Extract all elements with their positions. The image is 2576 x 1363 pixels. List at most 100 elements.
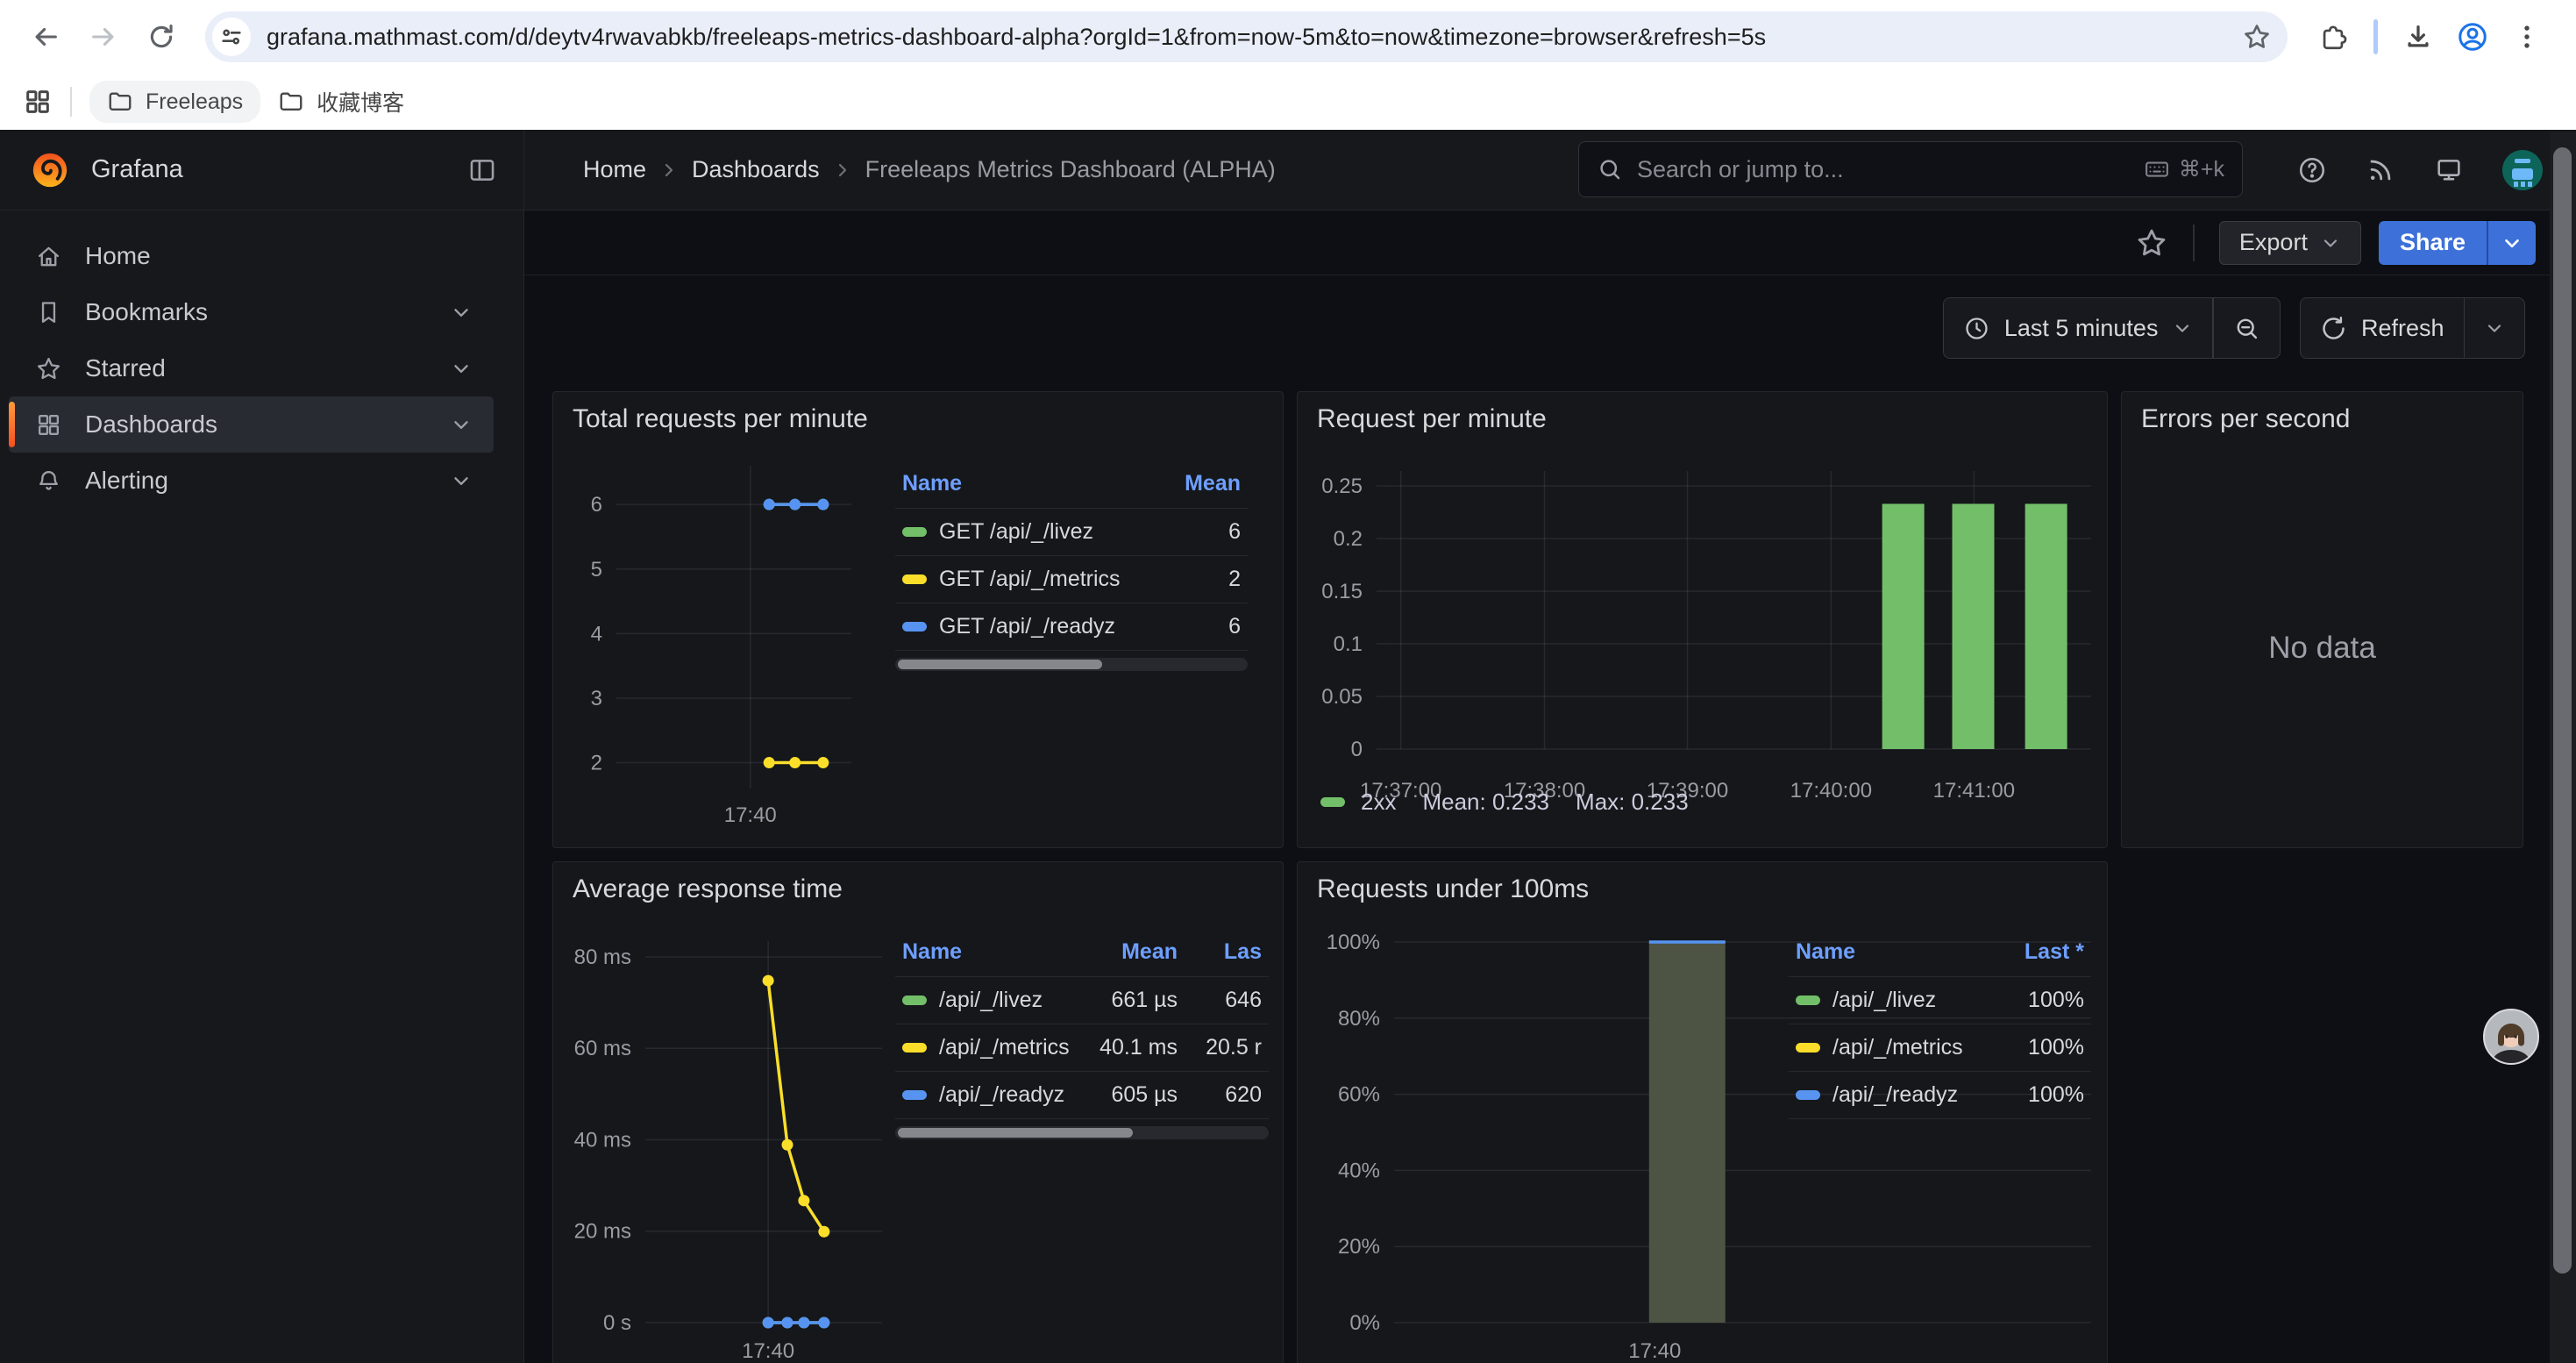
legend-scrollbar-thumb[interactable] [898,1128,1133,1138]
user-avatar[interactable] [2502,150,2543,190]
legend-column-header[interactable]: Last * [1986,936,2091,977]
sidebar-item-label: Alerting [85,467,168,495]
sidebar-item-home[interactable]: Home [9,228,494,284]
legend-column-header[interactable]: Las [1185,936,1269,977]
legend-series-toggle[interactable]: /api/_/livez [1789,977,1986,1024]
series-color-swatch [902,574,927,584]
bookmark-folder-blogs[interactable]: 收藏博客 [260,78,422,125]
browser-menu-button[interactable] [2512,22,2542,52]
folder-icon [107,89,133,115]
tab-groups-button[interactable] [23,87,53,117]
panel-requests-under-100ms: 100%80%60%40%20%0%17:40 Requests under 1… [1297,861,2108,1363]
sidebar-item-starred[interactable]: Starred [9,340,494,396]
search-box[interactable]: ⌘+k [1578,141,2243,197]
legend-scrollbar[interactable] [895,658,1248,671]
series-name: GET /api/_/metrics [939,567,1121,592]
legend-series-toggle[interactable]: /api/_/livez [895,977,1072,1024]
legend-series-toggle[interactable]: GET /api/_/livez [895,509,1160,556]
time-range-picker[interactable]: Last 5 minutes [1944,298,2213,358]
news-rss-icon[interactable] [2366,155,2395,185]
panel-title[interactable]: Average response time [573,874,843,904]
series-value: 20.5 r [1185,1024,1269,1072]
profile-button[interactable] [2456,20,2489,54]
collapse-sidebar-button[interactable] [467,155,497,185]
time-range-group: Last 5 minutes [1943,297,2281,359]
bookmarks-bar: Freeleaps 收藏博客 [0,74,2576,130]
back-button[interactable] [23,14,68,60]
refresh-button[interactable]: Refresh [2301,298,2464,358]
search-input[interactable] [1637,156,2144,183]
panel-title[interactable]: Total requests per minute [573,404,868,434]
help-icon[interactable] [2297,155,2327,185]
svg-text:17:41:00: 17:41:00 [1933,779,2015,803]
reload-button[interactable] [139,14,184,60]
chevron-down-icon[interactable] [450,413,473,436]
legend-series-toggle[interactable]: /api/_/readyz [1789,1072,1986,1119]
downloads-button[interactable] [2403,22,2433,52]
export-button[interactable]: Export [2219,221,2361,265]
series-name[interactable]: 2xx [1361,789,1396,816]
zoom-out-time-button[interactable] [2214,298,2280,358]
floating-assistant-avatar[interactable] [2483,1009,2539,1065]
svg-text:100%: 100% [1327,931,1380,954]
series-value: 100% [1986,977,2091,1024]
svg-text:17:40:00: 17:40:00 [1790,779,1872,803]
share-menu-button[interactable] [2487,221,2536,265]
scrollbar-thumb[interactable] [2553,147,2572,1274]
legend-column-header[interactable]: Mean [1160,467,1248,509]
breadcrumb-home[interactable]: Home [583,156,646,183]
chevron-down-icon[interactable] [450,301,473,324]
legend-column-header[interactable]: Name [1789,936,1986,977]
legend-series-toggle[interactable]: /api/_/readyz [895,1072,1072,1119]
chevron-down-icon[interactable] [450,469,473,492]
sidebar-item-bookmarks[interactable]: Bookmarks [9,284,494,340]
legend-series-toggle[interactable]: /api/_/metrics [895,1024,1072,1072]
browser-toolbar: grafana.mathmast.com/d/deytv4rwavabkb/fr… [0,0,2576,74]
svg-text:2: 2 [591,752,602,775]
legend-column-header[interactable]: Mean [1072,936,1185,977]
page-scrollbar[interactable] [2550,132,2576,1363]
toolbar-divider [2373,19,2378,54]
url-bar[interactable]: grafana.mathmast.com/d/deytv4rwavabkb/fr… [205,11,2288,62]
chevron-right-icon [658,160,680,181]
site-settings-button[interactable] [212,18,251,56]
sidebar-item-dashboards[interactable]: Dashboards [9,396,494,453]
sidebar-item-label: Home [85,242,151,270]
legend-inline[interactable]: 2xxMean: 0.233Max: 0.233 [1320,789,1689,816]
panel-errors-per-second: Errors per second No data [2121,391,2523,848]
panel-collapse-icon [467,155,497,185]
legend-series-toggle[interactable]: GET /api/_/readyz [895,603,1160,651]
kiosk-monitor-icon[interactable] [2434,155,2464,185]
search-shortcut: ⌘+k [2144,156,2224,182]
svg-text:20 ms: 20 ms [574,1220,631,1244]
bookmark-star-button[interactable] [2242,22,2272,52]
sidebar-item-label: Dashboards [85,410,217,439]
series-color-swatch [1796,1043,1820,1053]
star-icon [2135,226,2168,260]
url-text[interactable]: grafana.mathmast.com/d/deytv4rwavabkb/fr… [267,24,2231,51]
bookmark-folder-freeleaps[interactable]: Freeleaps [89,81,260,123]
refresh-interval-button[interactable] [2465,298,2524,358]
legend-column-header[interactable]: Name [895,467,1160,509]
share-button[interactable]: Share [2379,221,2487,265]
clock-icon [1963,315,1990,342]
legend-scrollbar[interactable] [895,1126,1269,1139]
panel-title[interactable]: Request per minute [1317,404,1547,434]
bookmark-folder-label: Freeleaps [146,89,243,115]
breadcrumb-dashboards[interactable]: Dashboards [692,156,820,183]
legend-scrollbar-thumb[interactable] [898,660,1102,669]
forward-button[interactable] [81,14,126,60]
legend-series-toggle[interactable]: GET /api/_/metrics [895,556,1160,603]
panel-title[interactable]: Requests under 100ms [1317,874,1589,904]
series-color-swatch [1320,797,1345,807]
extensions-button[interactable] [2318,22,2348,52]
svg-text:60%: 60% [1338,1083,1380,1107]
sidebar-item-alerting[interactable]: Alerting [9,453,494,509]
panel-title[interactable]: Errors per second [2141,404,2350,434]
legend-series-toggle[interactable]: /api/_/metrics [1789,1024,1986,1072]
chevron-down-icon[interactable] [450,357,473,380]
favorite-dashboard-button[interactable] [2135,226,2168,260]
search-icon [1597,156,1623,182]
actions-divider [2193,225,2195,261]
legend-column-header[interactable]: Name [895,936,1072,977]
